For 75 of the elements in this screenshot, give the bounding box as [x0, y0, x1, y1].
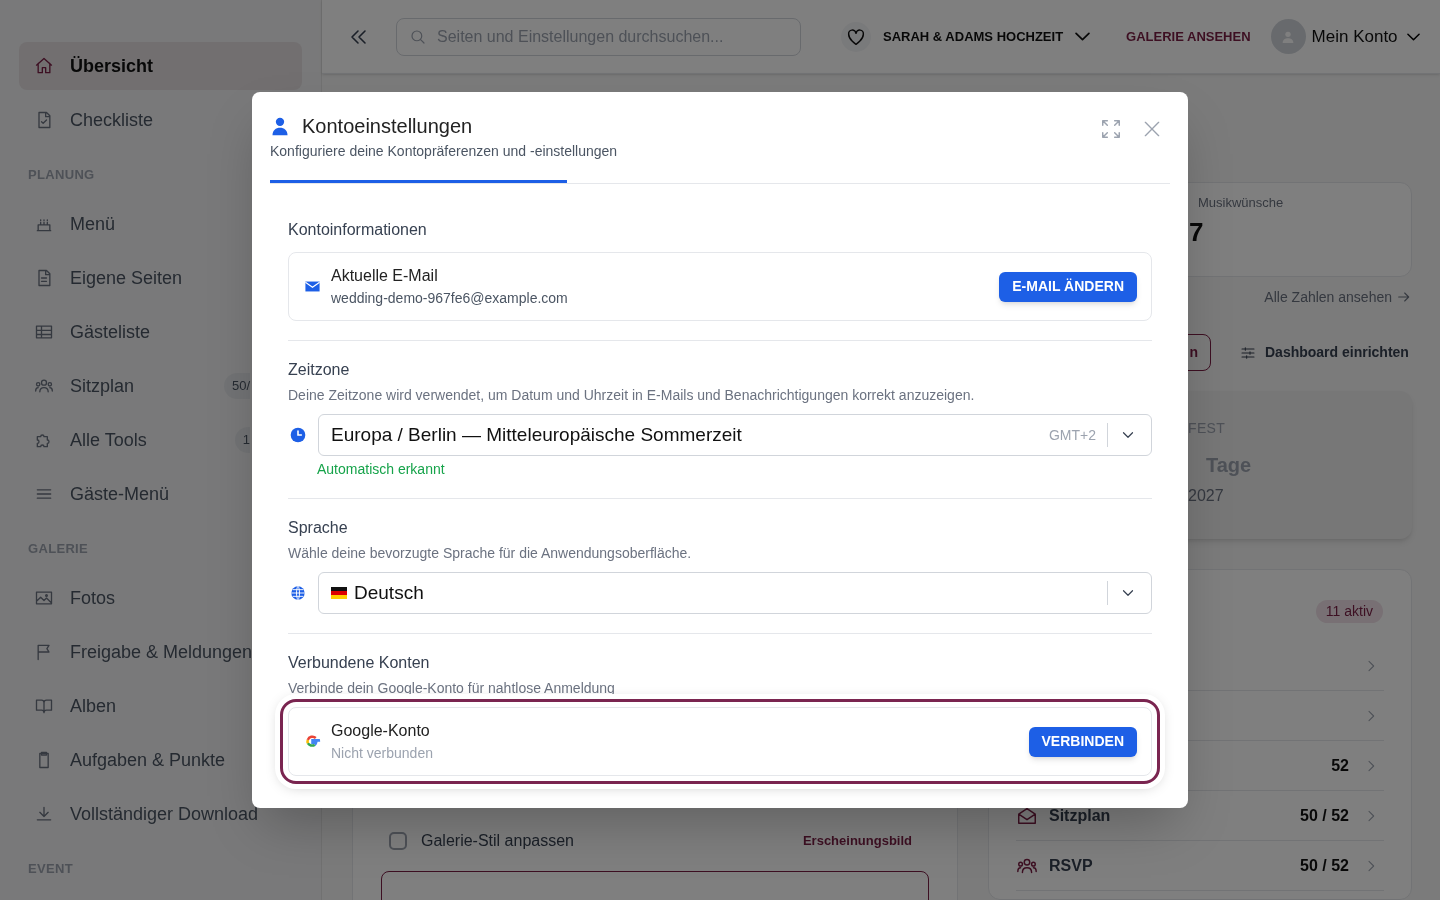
sidebar-item[interactable]: Gästeliste [19, 308, 302, 356]
item-label: Menü [70, 212, 116, 236]
expand-icon[interactable] [1100, 118, 1122, 140]
outline-button[interactable] [381, 871, 929, 900]
gallery-link[interactable]: GALERIE ANSEHEN [1126, 26, 1251, 47]
account-name: Google-Konto [331, 721, 431, 741]
setup-button[interactable]: Dashboard einrichten [1240, 342, 1409, 363]
item-label: Vollständiger Download [70, 802, 259, 826]
chevron-down-icon [1075, 32, 1091, 41]
section-heading: Verbundene Konten [288, 653, 431, 673]
select-field[interactable]: Deutsch [318, 572, 1152, 614]
active-count-badge: 11 aktiv [1315, 600, 1383, 623]
logo-icon [304, 733, 321, 750]
tool-label: RSVP [1049, 855, 1093, 876]
item-label: Alle Tools [70, 428, 147, 452]
search-icon [409, 27, 427, 46]
sidebar-item[interactable]: Checkliste [19, 96, 302, 144]
arrow-right-icon [1396, 289, 1412, 305]
flag-icon [331, 587, 347, 599]
sidebar-item[interactable]: Eigene Seiten [19, 254, 302, 302]
section-heading: Zeitzone [288, 360, 351, 380]
checkbox[interactable] [389, 832, 407, 850]
item-label: Eigene Seiten [70, 266, 183, 290]
stat-value: 7 [1189, 217, 1205, 247]
count-badge: 50/ [223, 373, 250, 399]
item-label: Freigabe & Meldungen [70, 640, 253, 664]
event-selector[interactable]: SARAH & ADAMS HOCHZEIT [883, 26, 1091, 47]
tool-value: 50 / 52 [1300, 805, 1349, 826]
dialog-title: Kontoeinstellungen [302, 114, 473, 139]
tool-value: 50 / 52 [1300, 855, 1349, 876]
globe-icon [290, 585, 306, 601]
item-label: Aufgaben & Punkte [70, 748, 226, 772]
connect-button[interactable]: VERBINDEN [1028, 726, 1137, 757]
section-description: Verbinde dein Google-Konto für nahtlose Anmeldung [288, 679, 616, 698]
clock-icon [290, 427, 306, 443]
download-icon [34, 804, 54, 824]
section-heading: Kontoinformationen [288, 220, 428, 240]
sidebar-item[interactable]: Vollständiger Download [19, 790, 302, 838]
all-numbers-link[interactable]: Alle Zahlen ansehen [1264, 287, 1412, 307]
section-heading: Sprache [288, 518, 349, 538]
detection-note: Automatisch erkannt [317, 460, 446, 479]
house-icon [34, 56, 54, 76]
sidebar-item[interactable]: Alle Tools 1 [19, 416, 302, 464]
email-value: wedding-demo-967fe6@example.com [331, 289, 568, 308]
section-description: Wähle deine bevorzugte Sprache für die Anwendungsoberfläche. [288, 544, 693, 563]
item-label: Sitzplan [70, 374, 135, 398]
tool-label: Sitzplan [1049, 805, 1111, 826]
connection-status: Nicht verbunden [331, 744, 433, 763]
item-label: Checkliste [70, 108, 154, 132]
chevron-down-icon [1406, 32, 1420, 41]
item-label: Gäste-Menü [70, 482, 170, 506]
tool-value: 52 [1331, 755, 1349, 776]
count-badge: 1 [234, 427, 250, 453]
tool-row[interactable]: RSVP 50 / 52 [1016, 841, 1384, 891]
task-label: Galerie-Stil anpassen [421, 831, 574, 851]
email-label: Aktuelle E-Mail [331, 266, 439, 286]
stat-label: Musikwünsche [1198, 194, 1285, 212]
item-label: Übersicht [70, 54, 154, 78]
close-icon[interactable] [1142, 119, 1162, 139]
item-label: Fotos [70, 586, 116, 610]
sidebar-item[interactable]: Aufgaben & Punkte [19, 736, 302, 784]
sidebar-item[interactable]: Fotos [19, 574, 302, 622]
item-label: Alben [70, 694, 117, 718]
category-label: Erscheinungsbild [802, 832, 912, 851]
section-description: Deine Zeitzone wird verwendet, um Datum und Uhrzeit in E-Mails und Benachrichtigungen korrekt anzuzeigen. [288, 386, 976, 405]
sidebar-item[interactable]: Gäste-Menü [19, 470, 302, 518]
account-menu[interactable]: Mein Konto [1270, 19, 1420, 54]
countdown-date: 2027 [1188, 486, 1225, 506]
sliders-icon [1240, 344, 1256, 361]
item-label: Gästeliste [70, 320, 151, 344]
sidebar-item[interactable]: Übersicht [19, 42, 302, 90]
select-field[interactable]: Europa / Berlin — Mitteleuropäische Sommerzeit GMT+2 [318, 414, 1152, 456]
change-email-button[interactable]: E-MAIL ÄNDERN [999, 271, 1137, 302]
person-icon [270, 116, 290, 136]
dialog-subtitle: Konfiguriere deine Kontopräferenzen und -einstellungen [270, 142, 619, 161]
